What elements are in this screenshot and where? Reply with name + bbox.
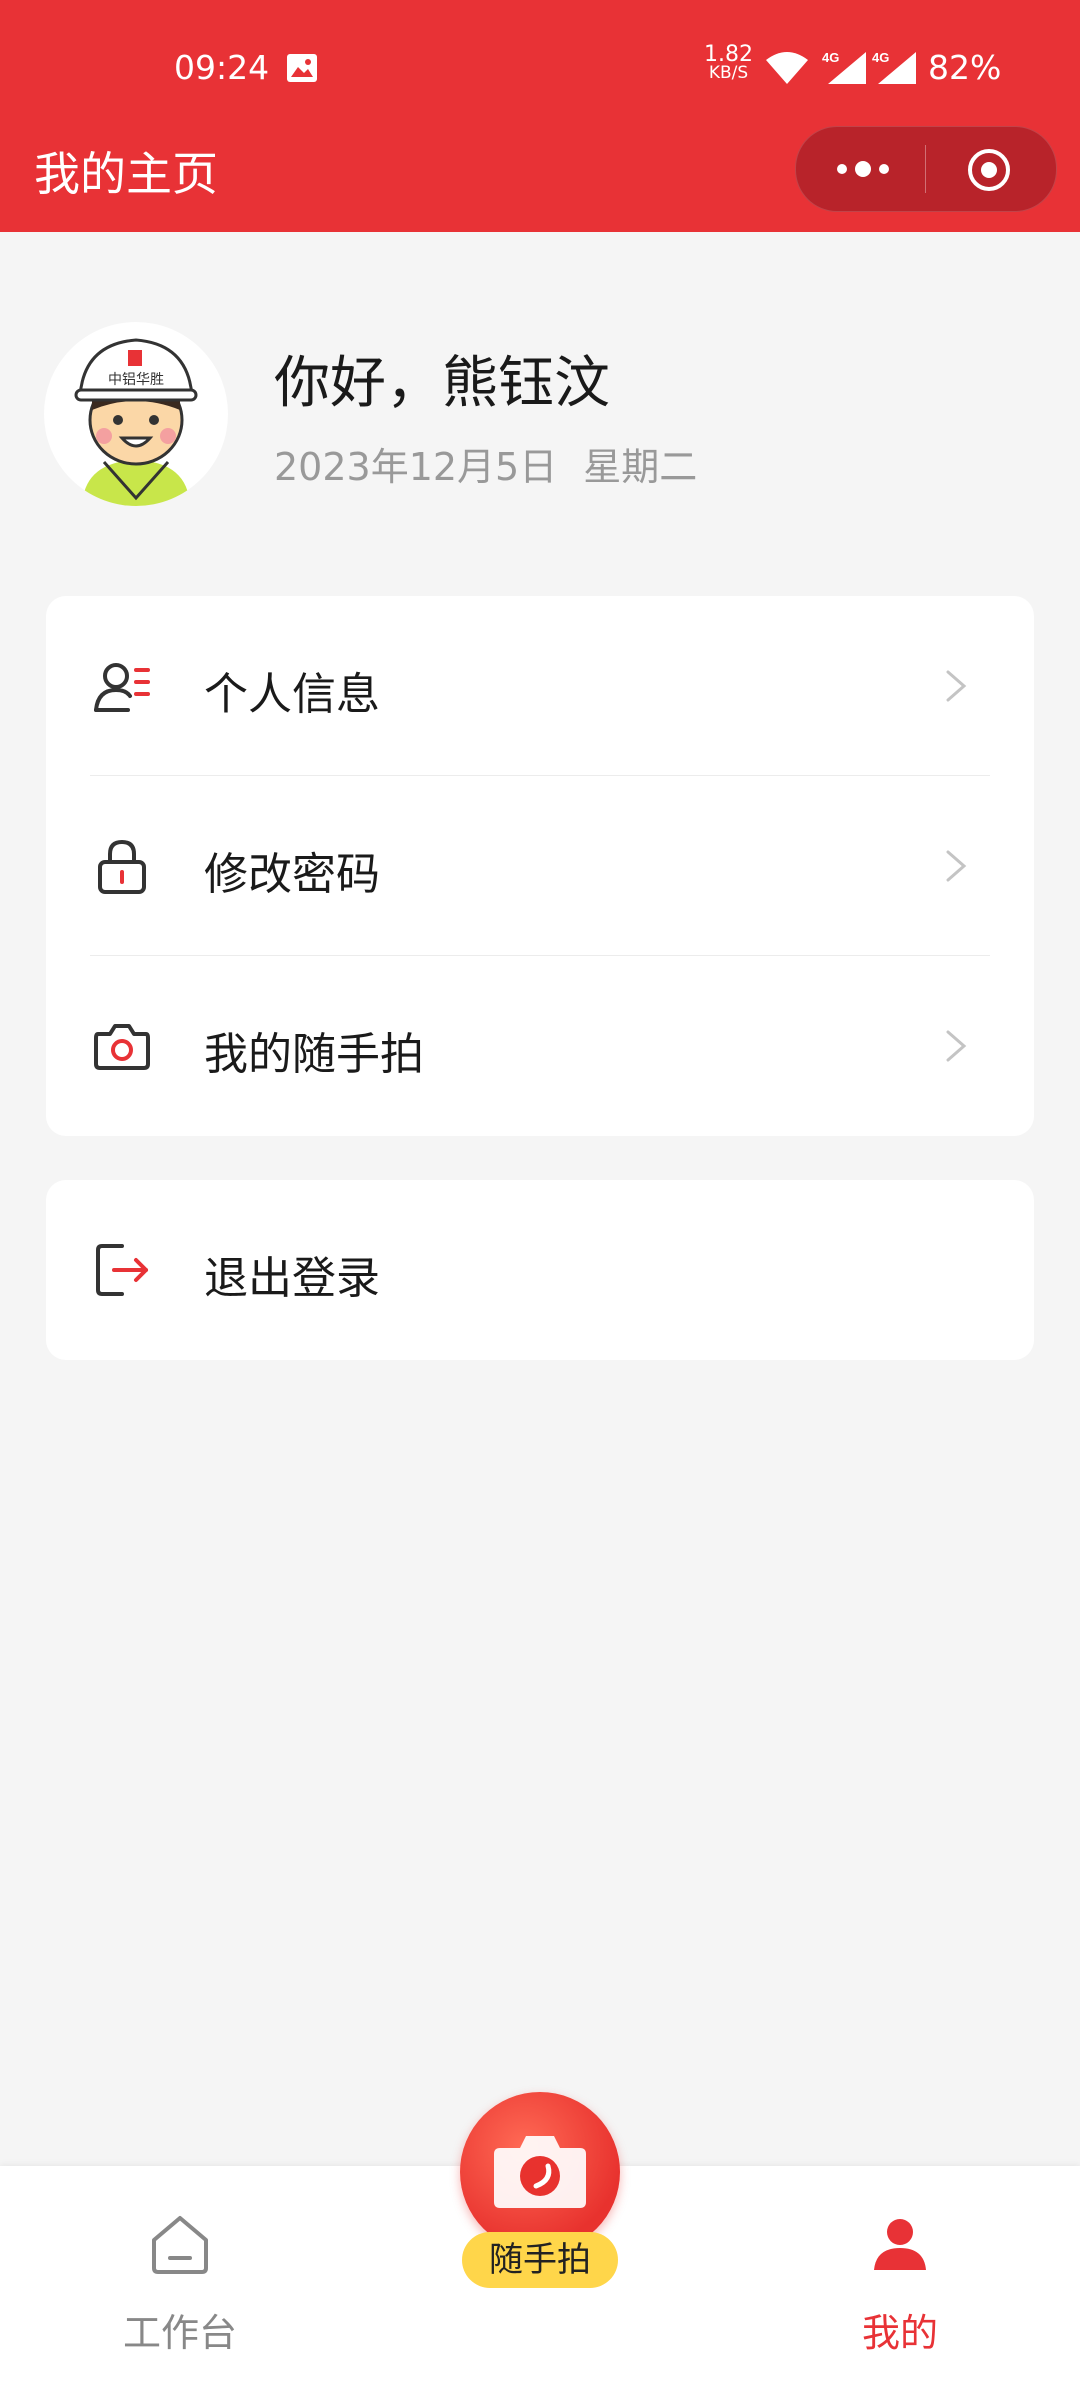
worker-avatar-icon: 中铝华胜 xyxy=(74,338,198,506)
menu-item-change-password[interactable]: 修改密码 xyxy=(46,776,1034,956)
profile-section: 中铝华胜 你好，熊钰汶 2023年12月5日 星期二 xyxy=(0,232,1080,532)
menu-item-my-snapshots[interactable]: 我的随手拍 xyxy=(46,956,1034,1136)
signal-icon-1: 4G xyxy=(822,50,866,84)
date-line: 2023年12月5日 星期二 xyxy=(274,436,697,491)
current-date: 2023年12月5日 xyxy=(274,445,558,489)
tab-label: 工作台 xyxy=(122,2311,237,2355)
wifi-icon xyxy=(766,52,808,84)
menu-item-label: 我的随手拍 xyxy=(204,1029,424,1080)
image-notification-icon xyxy=(287,54,317,82)
snapshot-label[interactable]: 随手拍 xyxy=(462,2232,618,2288)
tab-mine[interactable]: 我的 xyxy=(780,2166,1020,2400)
svg-text:中铝华胜: 中铝华胜 xyxy=(108,372,164,388)
snapshot-camera-button[interactable] xyxy=(460,2092,620,2252)
status-time: 09:24 xyxy=(174,48,270,87)
chevron-right-icon xyxy=(946,850,967,882)
battery-level: 82% xyxy=(928,48,1002,87)
logout-icon xyxy=(96,1244,148,1296)
avatar[interactable]: 中铝华胜 xyxy=(44,322,228,506)
menu-item-label: 修改密码 xyxy=(204,849,380,900)
tab-workbench[interactable]: 工作台 xyxy=(60,2166,300,2400)
user-info-icon xyxy=(94,663,150,712)
menu-card: 个人信息 修改密码 我的随手拍 xyxy=(46,596,1034,1136)
signal-icon-2: 4G xyxy=(872,50,916,84)
home-icon xyxy=(152,2216,208,2274)
capsule-divider xyxy=(925,145,926,193)
net-speed: 1.82 KB/S xyxy=(704,42,753,83)
more-icon[interactable] xyxy=(828,149,898,189)
mini-program-capsule xyxy=(795,126,1057,212)
logout-label: 退出登录 xyxy=(204,1253,380,1304)
chevron-right-icon xyxy=(946,670,967,702)
tab-label: 我的 xyxy=(861,2311,938,2355)
camera-icon xyxy=(494,2136,586,2208)
svg-text:4G: 4G xyxy=(822,50,839,65)
user-icon xyxy=(874,2219,926,2270)
logout-button[interactable]: 退出登录 xyxy=(46,1180,1034,1360)
current-weekday: 星期二 xyxy=(583,445,698,489)
lock-icon xyxy=(98,839,146,894)
page-title: 我的主页 xyxy=(34,147,218,201)
svg-text:4G: 4G xyxy=(872,50,889,65)
logout-card: 退出登录 xyxy=(46,1180,1034,1360)
app-header: 09:24 1.82 KB/S 4G 4G 82% 我的主页 xyxy=(0,0,1080,232)
menu-item-personal-info[interactable]: 个人信息 xyxy=(46,596,1034,776)
menu-item-label: 个人信息 xyxy=(204,669,380,720)
camera-icon xyxy=(94,1024,150,1070)
close-miniprogram-icon[interactable] xyxy=(966,147,1012,193)
greeting-text: 你好，熊钰汶 xyxy=(274,351,610,416)
status-bar: 09:24 1.82 KB/S 4G 4G 82% xyxy=(0,0,1080,136)
chevron-right-icon xyxy=(946,1030,967,1062)
